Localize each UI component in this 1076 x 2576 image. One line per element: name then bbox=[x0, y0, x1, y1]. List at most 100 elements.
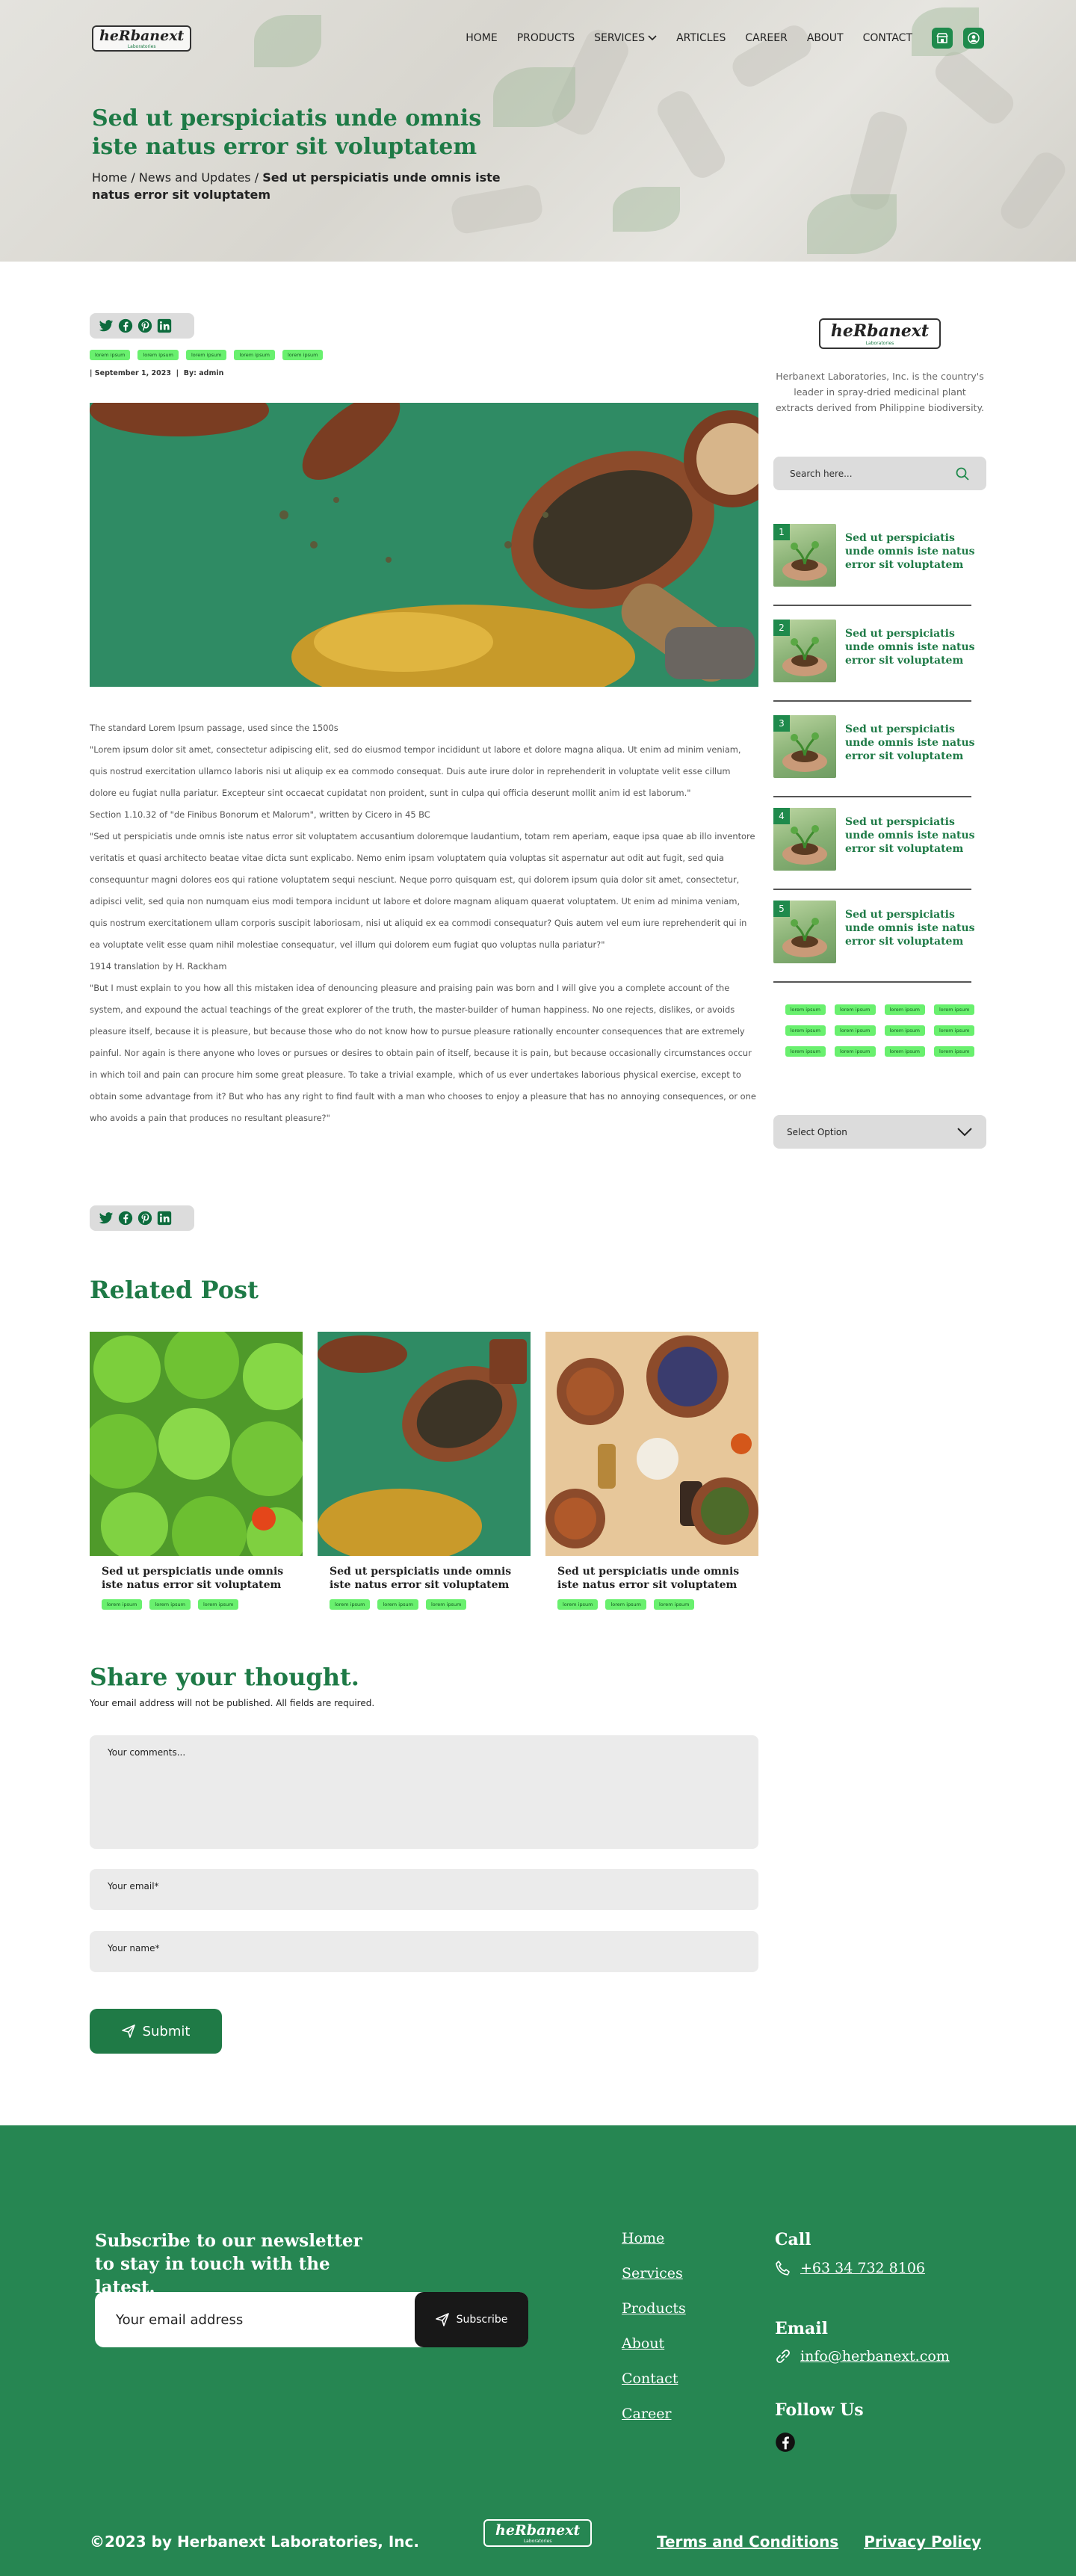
facebook-icon[interactable] bbox=[118, 318, 133, 333]
comment-textarea[interactable]: Your comments... bbox=[90, 1735, 758, 1849]
tag-chip[interactable]: lorem ipsum bbox=[933, 1025, 975, 1036]
tag-chip[interactable]: lorem ipsum bbox=[330, 1599, 371, 1610]
terms-link[interactable]: Terms and Conditions bbox=[657, 2533, 838, 2551]
store-button[interactable] bbox=[932, 28, 953, 49]
tag-chip[interactable]: lorem ipsum bbox=[90, 350, 131, 360]
footer-link-contact[interactable]: Contact bbox=[622, 2370, 686, 2388]
footer-logo[interactable]: heRbanext Laboratories bbox=[483, 2519, 593, 2547]
tag-chip[interactable]: lorem ipsum bbox=[653, 1599, 695, 1610]
tag-chip[interactable]: lorem ipsum bbox=[102, 1599, 143, 1610]
pinterest-icon[interactable] bbox=[137, 1211, 152, 1226]
pinterest-icon[interactable] bbox=[137, 318, 152, 333]
email-link[interactable]: info@herbanext.com bbox=[775, 2348, 950, 2365]
tag-chip[interactable]: lorem ipsum bbox=[884, 1025, 925, 1036]
nav-item-services[interactable]: SERVICES bbox=[594, 32, 657, 44]
recent-post-title[interactable]: Sed ut perspiciatis unde omnis iste natu… bbox=[845, 908, 976, 948]
tag-chip[interactable]: lorem ipsum bbox=[282, 350, 324, 360]
nav-item-products[interactable]: PRODUCTS bbox=[517, 32, 575, 44]
sidebar-logo[interactable]: heRbanext Laboratories bbox=[818, 318, 942, 349]
recent-post-item[interactable]: 5 Sed ut perspiciatis unde omnis iste na… bbox=[773, 901, 975, 983]
newsletter-form: Your email address Subscribe bbox=[95, 2292, 528, 2347]
tag-chip[interactable]: lorem ipsum bbox=[605, 1599, 646, 1610]
tag-chip[interactable]: lorem ipsum bbox=[557, 1599, 599, 1610]
recent-post-title[interactable]: Sed ut perspiciatis unde omnis iste natu… bbox=[845, 815, 976, 856]
account-button[interactable] bbox=[963, 28, 984, 49]
tag-chip[interactable]: lorem ipsum bbox=[835, 1004, 876, 1015]
email-field[interactable]: Your email* bbox=[90, 1869, 758, 1910]
footer-links: Home Services Products About Contact Car… bbox=[622, 2230, 686, 2423]
tag-chip[interactable]: lorem ipsum bbox=[884, 1046, 925, 1057]
herbs-illustration bbox=[318, 1332, 531, 1556]
nav-item-articles[interactable]: ARTICLES bbox=[676, 32, 726, 44]
phone-number: +63 34 732 8106 bbox=[800, 2260, 926, 2276]
nav-item-contact[interactable]: CONTACT bbox=[863, 32, 912, 44]
facebook-icon[interactable] bbox=[775, 2432, 796, 2453]
subscribe-button[interactable]: Subscribe bbox=[415, 2292, 528, 2347]
recent-post-item[interactable]: 2 Sed ut perspiciatis unde omnis iste na… bbox=[773, 620, 975, 702]
post-meta: | September 1, 2023 | By: admin bbox=[90, 369, 223, 377]
recent-post-item[interactable]: 3 Sed ut perspiciatis unde omnis iste na… bbox=[773, 715, 975, 797]
tag-chip[interactable]: lorem ipsum bbox=[137, 350, 179, 360]
tag-chip[interactable]: lorem ipsum bbox=[933, 1046, 975, 1057]
linkedin-icon[interactable] bbox=[157, 1211, 172, 1226]
tag-chip[interactable]: lorem ipsum bbox=[933, 1004, 975, 1015]
tag-chip[interactable]: lorem ipsum bbox=[835, 1025, 876, 1036]
footer-link-products[interactable]: Products bbox=[622, 2300, 686, 2317]
post-paragraph: "Sed ut perspiciatis unde omnis iste nat… bbox=[90, 831, 755, 950]
site-logo[interactable]: heRbanext Laboratories bbox=[92, 25, 192, 52]
tag-chip[interactable]: lorem ipsum bbox=[425, 1599, 467, 1610]
follow-heading: Follow Us bbox=[775, 2400, 864, 2420]
nav-item-home[interactable]: HOME bbox=[466, 32, 497, 44]
newsletter-email-input[interactable]: Your email address bbox=[95, 2312, 415, 2328]
phone-link[interactable]: +63 34 732 8106 bbox=[775, 2260, 925, 2276]
recent-post-title[interactable]: Sed ut perspiciatis unde omnis iste natu… bbox=[845, 723, 976, 763]
tag-chip[interactable]: lorem ipsum bbox=[884, 1004, 925, 1015]
breadcrumb-section[interactable]: News and Updates bbox=[139, 170, 251, 185]
related-card-title[interactable]: Sed ut perspiciatis unde omnis iste natu… bbox=[545, 1556, 758, 1592]
submit-button[interactable]: Submit bbox=[90, 2009, 222, 2054]
facebook-icon[interactable] bbox=[118, 1211, 133, 1226]
tag-chip[interactable]: lorem ipsum bbox=[835, 1046, 876, 1057]
footer-link-services[interactable]: Services bbox=[622, 2265, 686, 2282]
footer-link-about[interactable]: About bbox=[622, 2335, 686, 2353]
post-paragraph: The standard Lorem Ipsum passage, used s… bbox=[90, 723, 338, 733]
sidebar-select[interactable]: Select Option bbox=[773, 1115, 986, 1149]
recent-post-item[interactable]: 1 Sed ut perspiciatis unde omnis iste na… bbox=[773, 524, 975, 606]
related-card-image bbox=[545, 1332, 758, 1556]
tag-chip[interactable]: lorem ipsum bbox=[197, 1599, 239, 1610]
tag-chip[interactable]: lorem ipsum bbox=[377, 1599, 418, 1610]
related-card-title[interactable]: Sed ut perspiciatis unde omnis iste natu… bbox=[318, 1556, 531, 1592]
tag-chip[interactable]: lorem ipsum bbox=[785, 1004, 826, 1015]
recent-post-title[interactable]: Sed ut perspiciatis unde omnis iste natu… bbox=[845, 627, 976, 667]
related-card[interactable]: Sed ut perspiciatis unde omnis iste natu… bbox=[90, 1332, 303, 1617]
related-card[interactable]: Sed ut perspiciatis unde omnis iste natu… bbox=[318, 1332, 531, 1617]
sidebar-search-input[interactable]: Search here... bbox=[773, 457, 986, 490]
twitter-icon[interactable] bbox=[99, 1211, 114, 1226]
tag-chip[interactable]: lorem ipsum bbox=[185, 350, 227, 360]
twitter-icon[interactable] bbox=[99, 318, 114, 333]
tag-chip[interactable]: lorem ipsum bbox=[785, 1046, 826, 1057]
recent-post-item[interactable]: 4 Sed ut perspiciatis unde omnis iste na… bbox=[773, 808, 975, 890]
herbs-bottles-illustration bbox=[545, 1332, 758, 1556]
related-card[interactable]: Sed ut perspiciatis unde omnis iste natu… bbox=[545, 1332, 758, 1617]
nav-item-career[interactable]: CAREER bbox=[745, 32, 788, 44]
nav-item-about[interactable]: ABOUT bbox=[807, 32, 844, 44]
search-icon[interactable] bbox=[955, 466, 970, 481]
privacy-link[interactable]: Privacy Policy bbox=[864, 2533, 981, 2551]
email-heading: Email bbox=[775, 2319, 829, 2338]
tag-chip[interactable]: lorem ipsum bbox=[234, 350, 275, 360]
sidebar-tag-cloud: lorem ipsum lorem ipsum lorem ipsum lore… bbox=[773, 1004, 986, 1057]
related-card-title[interactable]: Sed ut perspiciatis unde omnis iste natu… bbox=[90, 1556, 303, 1592]
linkedin-icon[interactable] bbox=[157, 318, 172, 333]
store-icon bbox=[936, 33, 948, 43]
footer-link-home[interactable]: Home bbox=[622, 2230, 686, 2247]
share-bar-top bbox=[90, 313, 194, 339]
recent-post-title[interactable]: Sed ut perspiciatis unde omnis iste natu… bbox=[845, 531, 976, 572]
post-body: The standard Lorem Ipsum passage, used s… bbox=[90, 717, 758, 1129]
name-field[interactable]: Your name* bbox=[90, 1931, 758, 1972]
tag-chip[interactable]: lorem ipsum bbox=[149, 1599, 191, 1610]
footer-link-career[interactable]: Career bbox=[622, 2406, 686, 2423]
tag-chip[interactable]: lorem ipsum bbox=[785, 1025, 826, 1036]
recent-post-number: 1 bbox=[773, 524, 790, 540]
breadcrumb-home[interactable]: Home bbox=[92, 170, 127, 185]
